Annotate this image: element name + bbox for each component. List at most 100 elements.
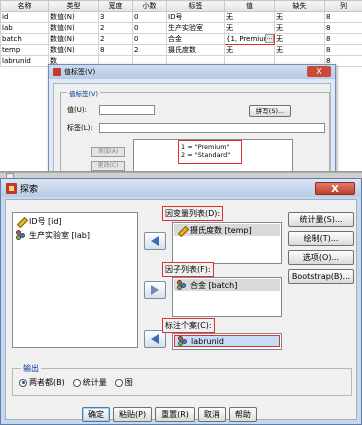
scale-pencil-icon: [16, 216, 26, 226]
move-to-dependent-button[interactable]: [144, 232, 166, 250]
table-header-row: 名称 类型 宽度 小数 标签 值 缺失 列: [0, 0, 362, 12]
cell-values[interactable]: 无: [224, 44, 275, 56]
radio-plots[interactable]: 图: [114, 377, 133, 388]
col-header-label[interactable]: 标签: [166, 0, 225, 12]
cell-values[interactable]: 无: [224, 22, 275, 34]
col-header-decimals[interactable]: 小数: [132, 0, 167, 12]
label-input[interactable]: [99, 123, 325, 133]
statistics-button[interactable]: 统计量(S)...: [288, 212, 354, 227]
cell-columns[interactable]: 8: [324, 33, 362, 45]
cell-missing[interactable]: 无: [274, 44, 325, 56]
close-button[interactable]: X: [315, 182, 355, 195]
cancel-button[interactable]: 取消: [197, 407, 226, 422]
variable-label: ID号 [id]: [29, 216, 62, 226]
radio-both[interactable]: 两者都(B): [19, 377, 65, 388]
cell-label[interactable]: 摄氏度数: [166, 44, 225, 56]
list-item[interactable]: labrunid: [174, 335, 280, 347]
table-row[interactable]: temp 数值(N) 8 2 摄氏度数 无 无 8: [0, 44, 362, 56]
radio-statistics[interactable]: 统计量: [72, 377, 107, 388]
change-button[interactable]: 更改(C): [91, 161, 125, 171]
col-header-name[interactable]: 名称: [0, 0, 49, 12]
explore-dialog: 探索 X ID号 [id] 生产实验室 [lab] 因变量列表(D): 摄氏度数…: [0, 178, 362, 425]
cell-missing[interactable]: 无: [274, 33, 325, 45]
cell-values-highlighted[interactable]: {1, Premium...…: [224, 33, 275, 45]
case-label-field[interactable]: labrunid: [172, 333, 282, 350]
cell-name[interactable]: batch: [0, 33, 49, 45]
value-labels-group: 值标签(V) 值(U): 拼写(S)... 标签(L): 添加(A) 更改(C)…: [60, 88, 330, 171]
explore-titlebar[interactable]: 探索: [1, 179, 361, 197]
options-button[interactable]: 选项(O)...: [288, 250, 354, 265]
variable-label: 摄氏度数 [temp]: [190, 225, 252, 235]
cell-name[interactable]: id: [0, 11, 49, 23]
factor-list[interactable]: 合金 [batch]: [172, 277, 282, 317]
cell-width[interactable]: 2: [98, 22, 133, 34]
radio-selected-icon: [19, 378, 27, 387]
cell-name[interactable]: labrunid: [0, 55, 49, 67]
radio-unselected-icon: [72, 378, 81, 387]
paste-button[interactable]: 粘贴(P): [113, 407, 153, 422]
radio-unselected-icon: [114, 378, 123, 387]
list-item[interactable]: 生产实验室 [lab]: [13, 229, 137, 241]
col-header-missing[interactable]: 缺失: [274, 0, 325, 12]
cell-decimals[interactable]: 0: [132, 11, 167, 23]
col-header-type[interactable]: 类型: [48, 0, 99, 12]
source-variable-list[interactable]: ID号 [id] 生产实验室 [lab]: [12, 212, 138, 348]
list-item[interactable]: ID号 [id]: [13, 215, 137, 227]
cell-decimals[interactable]: 0: [132, 22, 167, 34]
cell-name[interactable]: lab: [0, 22, 49, 34]
explore-body: ID号 [id] 生产实验室 [lab] 因变量列表(D): 摄氏度数 [tem…: [5, 199, 357, 422]
value-input[interactable]: [99, 105, 155, 115]
value-labels-body: 值标签(V) 值(U): 拼写(S)... 标签(L): 添加(A) 更改(C)…: [53, 83, 331, 171]
table-row[interactable]: batch 数值(N) 2 0 合金 {1, Premium...… 无 8: [0, 33, 362, 45]
spell-button[interactable]: 拼写(S)...: [249, 105, 291, 117]
variable-label: 合金 [batch]: [190, 280, 238, 290]
cell-columns[interactable]: 8: [324, 11, 362, 23]
variable-label: labrunid: [191, 336, 224, 346]
arrow-left-icon: [151, 236, 159, 246]
cell-columns[interactable]: 8: [324, 44, 362, 56]
value-labels-list[interactable]: 1 = "Premium" 2 = "Standard": [133, 139, 293, 171]
cell-type[interactable]: 数值(N): [48, 11, 99, 23]
table-row[interactable]: lab 数值(N) 2 0 生产实验室 无 无 8: [0, 22, 362, 34]
cell-columns[interactable]: 8: [324, 22, 362, 34]
cell-type[interactable]: 数值(N): [48, 33, 99, 45]
value-field-label: 值(U):: [67, 106, 87, 114]
bootstrap-button[interactable]: Bootstrap(B)...: [288, 269, 354, 284]
col-header-values[interactable]: 值: [224, 0, 275, 12]
move-to-factor-button[interactable]: [144, 281, 166, 299]
cell-type[interactable]: 数值(N): [48, 44, 99, 56]
cell-missing[interactable]: 无: [274, 22, 325, 34]
cell-width[interactable]: 8: [98, 44, 133, 56]
list-item[interactable]: 合金 [batch]: [174, 279, 280, 291]
cell-width[interactable]: 2: [98, 33, 133, 45]
plots-button[interactable]: 绘制(T)...: [288, 231, 354, 246]
help-button[interactable]: 帮助: [228, 407, 257, 422]
output-group: 输出 两者都(B) 统计量 图: [12, 363, 352, 396]
reset-button[interactable]: 重置(R): [155, 407, 195, 422]
ok-button[interactable]: 确定: [82, 407, 110, 422]
list-item[interactable]: 1 = "Premium": [181, 143, 239, 151]
col-header-width[interactable]: 宽度: [98, 0, 133, 12]
value-labels-titlebar[interactable]: 值标签(V): [49, 65, 335, 79]
cell-type[interactable]: 数值(N): [48, 22, 99, 34]
case-label-label: 标注个案(C):: [162, 318, 215, 333]
close-button[interactable]: X: [307, 66, 331, 77]
cell-name[interactable]: temp: [0, 44, 49, 56]
cell-label[interactable]: 生产实验室: [166, 22, 225, 34]
add-button[interactable]: 添加(A): [91, 147, 125, 157]
list-item[interactable]: 2 = "Standard": [181, 151, 239, 159]
dependent-list-label: 因变量列表(D):: [162, 206, 224, 221]
cell-label[interactable]: 合金: [166, 33, 225, 45]
cell-label[interactable]: ID号: [166, 11, 225, 23]
table-row[interactable]: id 数值(N) 3 0 ID号 无 无 8: [0, 11, 362, 23]
dependent-list[interactable]: 摄氏度数 [temp]: [172, 222, 282, 264]
col-header-columns[interactable]: 列: [324, 0, 362, 12]
nominal-icon: [177, 280, 187, 290]
list-item[interactable]: 摄氏度数 [temp]: [174, 224, 280, 236]
cell-width[interactable]: 3: [98, 11, 133, 23]
cell-decimals[interactable]: 0: [132, 33, 167, 45]
cell-values[interactable]: 无: [224, 11, 275, 23]
cell-missing[interactable]: 无: [274, 11, 325, 23]
ellipsis-button[interactable]: …: [265, 34, 274, 43]
cell-decimals[interactable]: 2: [132, 44, 167, 56]
